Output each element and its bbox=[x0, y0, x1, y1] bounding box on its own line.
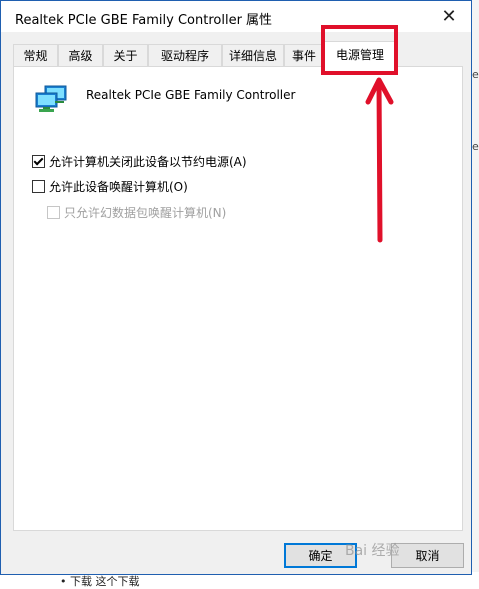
option-magic-packet-only: 只允许幻数据包唤醒计算机(N) bbox=[47, 204, 226, 221]
background-text-fragment: e bbox=[472, 140, 479, 153]
option-label: 允许计算机关闭此设备以节约电源(A) bbox=[49, 155, 247, 169]
properties-dialog: Realtek PCIe GBE Family Controller 属性 ✕ … bbox=[0, 0, 472, 575]
option-allow-wake[interactable]: 允许此设备唤醒计算机(O) bbox=[32, 178, 188, 195]
checkbox-checked[interactable] bbox=[32, 155, 45, 168]
option-label: 只允许幻数据包唤醒计算机(N) bbox=[64, 206, 227, 220]
option-label: 允许此设备唤醒计算机(O) bbox=[49, 180, 188, 194]
background-text-fragment: e bbox=[472, 68, 479, 81]
close-icon: ✕ bbox=[441, 6, 457, 27]
tab-general[interactable]: 常规 bbox=[13, 44, 58, 66]
annotation-highlight-box bbox=[321, 25, 398, 75]
title-bar[interactable]: Realtek PCIe GBE Family Controller 属性 ✕ bbox=[1, 1, 471, 32]
window-title: Realtek PCIe GBE Family Controller 属性 bbox=[15, 13, 273, 28]
annotation-arrow-icon bbox=[365, 77, 394, 243]
background-text: • 下载 这个下载 bbox=[60, 575, 140, 588]
close-button[interactable]: ✕ bbox=[427, 1, 471, 32]
tab-about[interactable]: 关于 bbox=[103, 44, 148, 66]
tab-events[interactable]: 事件 bbox=[284, 44, 324, 66]
device-name: Realtek PCIe GBE Family Controller bbox=[86, 88, 296, 102]
cancel-button[interactable]: 取消 bbox=[391, 543, 464, 568]
option-allow-power-off[interactable]: 允许计算机关闭此设备以节约电源(A) bbox=[32, 153, 247, 170]
tab-details[interactable]: 详细信息 bbox=[222, 44, 284, 66]
tab-advanced[interactable]: 高级 bbox=[58, 44, 103, 66]
network-adapter-icon bbox=[35, 85, 67, 112]
watermark: Bai 经验 bbox=[345, 543, 400, 559]
tab-driver[interactable]: 驱动程序 bbox=[148, 44, 222, 66]
checkbox-disabled bbox=[47, 206, 60, 219]
checkbox-unchecked[interactable] bbox=[32, 180, 45, 193]
